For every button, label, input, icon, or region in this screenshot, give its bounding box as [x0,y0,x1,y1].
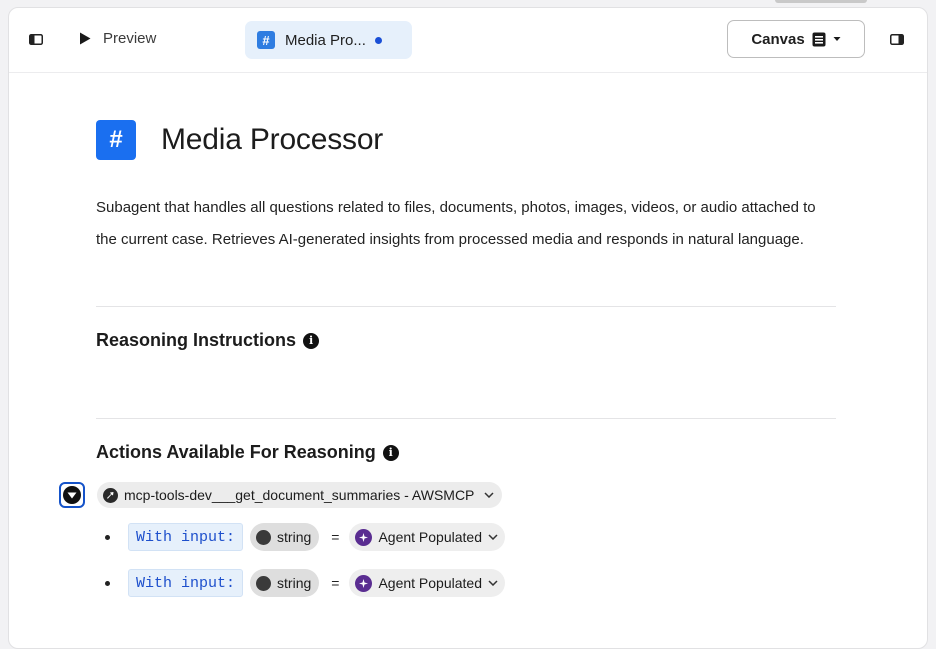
chevron-down-icon [488,580,498,586]
value-source-dropdown[interactable]: Agent Populated [349,523,505,551]
hash-icon: # [96,120,136,160]
with-input-label: With input: [128,523,244,551]
type-badge: string [250,569,320,597]
bullet [105,534,110,540]
collapse-action-button[interactable] [59,482,85,508]
agent-sparkle-icon [355,574,373,592]
play-icon [80,32,91,45]
tab-media-processor[interactable]: # Media Pro... [245,21,412,59]
canvas-view-dropdown[interactable]: Canvas [727,20,865,58]
value-source-dropdown[interactable]: Agent Populated [349,569,505,597]
type-label: string [277,575,312,591]
divider [96,306,836,307]
chevron-down-icon [484,492,494,498]
agent-sparkle-icon [355,528,373,546]
actions-label: Actions Available For Reasoning [96,442,376,462]
preview-button[interactable]: Preview [79,30,156,47]
page-title: Media Processor [161,123,384,156]
equals-sign: = [331,575,340,591]
window-edge-tab [775,0,867,3]
document-view-icon [812,32,826,46]
info-icon[interactable]: i [382,444,399,461]
input-row: With input: string = Agent Populated [105,569,505,597]
unsaved-dot-icon [374,36,382,44]
bullet [105,580,110,586]
description-text: Subagent that handles all questions rela… [96,199,816,248]
type-badge: string [250,523,320,551]
right-sidebar-toggle-icon[interactable] [890,34,904,45]
input-row: With input: string = Agent Populated [105,523,505,551]
hash-icon: # [257,31,275,49]
divider [96,418,836,419]
chevron-down-icon [488,534,498,540]
reasoning-instructions-heading: Reasoning Instructions i [96,330,320,351]
value-source-label: Agent Populated [378,529,482,545]
toolbar: Preview # Media Pro... Canvas [9,8,927,73]
type-icon [256,575,272,591]
tool-icon [103,487,118,503]
caret-down-icon [833,37,841,41]
editor-panel: Preview # Media Pro... Canvas [8,7,928,649]
action-tool-selector[interactable]: mcp-tools-dev___get_document_summaries -… [97,482,503,508]
tool-name: mcp-tools-dev___get_document_summaries -… [124,487,475,503]
info-icon[interactable]: i [303,332,320,349]
caret-down-circle-icon [63,486,81,504]
type-label: string [277,529,312,545]
reasoning-instructions-label: Reasoning Instructions [96,330,297,350]
main-content: # Media Processor Subagent that handles … [96,120,836,462]
tab-label: Media Pro... [285,31,366,49]
value-source-label: Agent Populated [378,575,482,591]
page-header: # Media Processor [96,120,836,160]
actions-heading: Actions Available For Reasoning i [96,442,399,463]
with-input-label: With input: [128,569,244,597]
preview-label: Preview [103,30,157,47]
left-sidebar-toggle-icon[interactable] [29,34,43,45]
canvas-label: Canvas [751,30,805,48]
type-icon [256,529,272,545]
equals-sign: = [331,529,340,545]
